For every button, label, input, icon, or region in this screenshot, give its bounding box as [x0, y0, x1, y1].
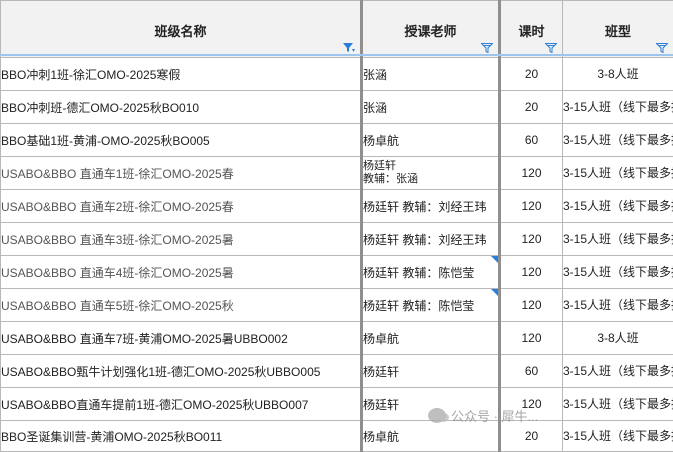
cell-class-name[interactable]: USABO&BBO 直通车3班-徐汇OMO-2025暑: [1, 223, 362, 256]
table-row[interactable]: USABO&BBO 直通车4班-徐汇OMO-2025暑 杨廷轩 教辅：陈恺莹 1…: [1, 256, 673, 289]
filter-icon[interactable]: [656, 43, 668, 53]
cell-class-name[interactable]: USABO&BBO 直通车2班-徐汇OMO-2025春: [1, 190, 362, 223]
table-row[interactable]: USABO&BBO 直通车3班-徐汇OMO-2025暑 杨廷轩 教辅：刘经王玮 …: [1, 223, 673, 256]
cell-class-name[interactable]: USABO&BBO 直通车5班-徐汇OMO-2025秋: [1, 289, 362, 322]
cell-hours[interactable]: 120: [500, 223, 563, 256]
header-divider: [0, 54, 673, 56]
cell-teacher[interactable]: 杨卓航: [362, 421, 500, 452]
cell-hours[interactable]: 60: [500, 355, 563, 388]
filter-icon[interactable]: [545, 43, 557, 53]
table-row[interactable]: BBO圣诞集训营-黄浦OMO-2025秋BO011 杨卓航 20 3-15人班（…: [1, 421, 673, 452]
column-header-label: 课时: [501, 1, 562, 40]
column-header-label: 班级名称: [1, 1, 360, 40]
table-row[interactable]: USABO&BBO甄牛计划强化1班-德汇OMO-2025秋UBBO005 杨廷轩…: [1, 355, 673, 388]
cell-teacher[interactable]: 杨廷轩: [362, 355, 500, 388]
cell-hours[interactable]: 20: [500, 58, 563, 91]
cell-class-name[interactable]: USABO&BBO 直通车1班-徐汇OMO-2025春: [1, 157, 362, 190]
cell-class-name[interactable]: BBO基础1班-黄浦-OMO-2025秋BO005: [1, 124, 362, 157]
class-table: 班级名称 授课老师 课时 班: [0, 0, 673, 452]
column-header-class-name[interactable]: 班级名称: [1, 1, 362, 58]
table-row[interactable]: BBO冲刺1班-徐汇OMO-2025寒假 张涵 20 3-8人班: [1, 58, 673, 91]
table-row[interactable]: USABO&BBO 直通车2班-徐汇OMO-2025春 杨廷轩 教辅：刘经王玮 …: [1, 190, 673, 223]
cell-class-name[interactable]: BBO圣诞集训营-黄浦OMO-2025秋BO011: [1, 421, 362, 452]
watermark: 公众号 · 犀牛...: [428, 406, 538, 425]
cell-class-type[interactable]: 3-15人班（线下最多接受8人）: [563, 190, 673, 223]
teacher-assistant: 教辅：张涵: [363, 173, 418, 185]
cell-hours[interactable]: 60: [500, 124, 563, 157]
cell-class-name[interactable]: USABO&BBO甄牛计划强化1班-德汇OMO-2025秋UBBO005: [1, 355, 362, 388]
header-row: 班级名称 授课老师 课时 班: [1, 1, 673, 58]
cell-teacher[interactable]: 杨廷轩 教辅：陈恺莹: [362, 289, 500, 322]
cell-teacher-text: 杨廷轩 教辅：陈恺莹: [363, 266, 474, 280]
cell-teacher[interactable]: 张涵: [362, 91, 500, 124]
filter-icon[interactable]: [481, 43, 493, 53]
cell-teacher[interactable]: 杨卓航: [362, 124, 500, 157]
cell-class-type[interactable]: 3-15人班（线下最多接受8人）: [563, 289, 673, 322]
table-row[interactable]: USABO&BBO 直通车5班-徐汇OMO-2025秋 杨廷轩 教辅：陈恺莹 1…: [1, 289, 673, 322]
cell-class-type[interactable]: 3-15人班（线下最多接受8人）: [563, 91, 673, 124]
cell-teacher[interactable]: 杨廷轩 教辅：陈恺莹: [362, 256, 500, 289]
cell-hours[interactable]: 120: [500, 190, 563, 223]
column-header-class-type[interactable]: 班型: [563, 1, 673, 58]
table-row[interactable]: USABO&BBO 直通车7班-黄浦OMO-2025暑UBBO002 杨卓航 1…: [1, 322, 673, 355]
cell-class-name[interactable]: BBO冲刺班-德汇OMO-2025秋BO010: [1, 91, 362, 124]
cell-class-name[interactable]: USABO&BBO 直通车7班-黄浦OMO-2025暑UBBO002: [1, 322, 362, 355]
cell-class-type[interactable]: 3-8人班: [563, 322, 673, 355]
cell-class-type[interactable]: 3-15人班（线下最多接受8人）: [563, 256, 673, 289]
table-row[interactable]: BBO基础1班-黄浦-OMO-2025秋BO005 杨卓航 60 3-15人班（…: [1, 124, 673, 157]
cell-hours[interactable]: 120: [500, 322, 563, 355]
cell-hours[interactable]: 120: [500, 256, 563, 289]
cell-class-name[interactable]: USABO&BBO 直通车4班-徐汇OMO-2025暑: [1, 256, 362, 289]
cell-teacher[interactable]: 杨廷轩 教辅：刘经王玮: [362, 190, 500, 223]
column-header-label: 班型: [563, 1, 673, 40]
cell-class-type[interactable]: 3-15人班（线下最多接受8人）: [563, 388, 673, 421]
cell-hours[interactable]: 120: [500, 289, 563, 322]
cell-class-type[interactable]: 3-15人班（线下最多接受8人）: [563, 157, 673, 190]
cell-class-type[interactable]: 3-15人班（线下最多接受8人）: [563, 355, 673, 388]
cell-hours[interactable]: 20: [500, 421, 563, 452]
cell-class-type[interactable]: 3-15人班（线下最多接受8人）: [563, 421, 673, 452]
table-row[interactable]: USABO&BBO 直通车1班-徐汇OMO-2025春 杨廷轩教辅：张涵 120…: [1, 157, 673, 190]
cell-class-type[interactable]: 3-15人班（线下最多接受8人）: [563, 223, 673, 256]
column-header-hours[interactable]: 课时: [500, 1, 563, 58]
cell-class-name[interactable]: USABO&BBO直通车提前1班-德汇OMO-2025秋UBBO007: [1, 388, 362, 421]
cell-teacher[interactable]: 杨廷轩 教辅：刘经王玮: [362, 223, 500, 256]
watermark-text: 公众号 · 犀牛...: [451, 406, 538, 425]
comment-flag-icon[interactable]: [491, 289, 498, 296]
cell-class-type[interactable]: 3-15人班（线下最多接受8人）: [563, 124, 673, 157]
cell-teacher[interactable]: 张涵: [362, 58, 500, 91]
column-header-label: 授课老师: [363, 1, 498, 40]
column-header-teacher[interactable]: 授课老师: [362, 1, 500, 58]
cell-class-name[interactable]: BBO冲刺1班-徐汇OMO-2025寒假: [1, 58, 362, 91]
table-row[interactable]: BBO冲刺班-德汇OMO-2025秋BO010 张涵 20 3-15人班（线下最…: [1, 91, 673, 124]
filter-active-icon[interactable]: [343, 43, 355, 53]
cell-hours[interactable]: 20: [500, 91, 563, 124]
cell-hours[interactable]: 120: [500, 157, 563, 190]
wechat-icon: [428, 408, 446, 423]
table-row[interactable]: USABO&BBO直通车提前1班-德汇OMO-2025秋UBBO007 杨廷轩 …: [1, 388, 673, 421]
teacher-name: 杨廷轩: [363, 160, 396, 172]
cell-teacher[interactable]: 杨卓航: [362, 322, 500, 355]
cell-teacher[interactable]: 杨廷轩教辅：张涵: [362, 157, 500, 190]
comment-flag-icon[interactable]: [491, 256, 498, 263]
cell-class-type[interactable]: 3-8人班: [563, 58, 673, 91]
cell-teacher-text: 杨廷轩 教辅：陈恺莹: [363, 299, 474, 313]
